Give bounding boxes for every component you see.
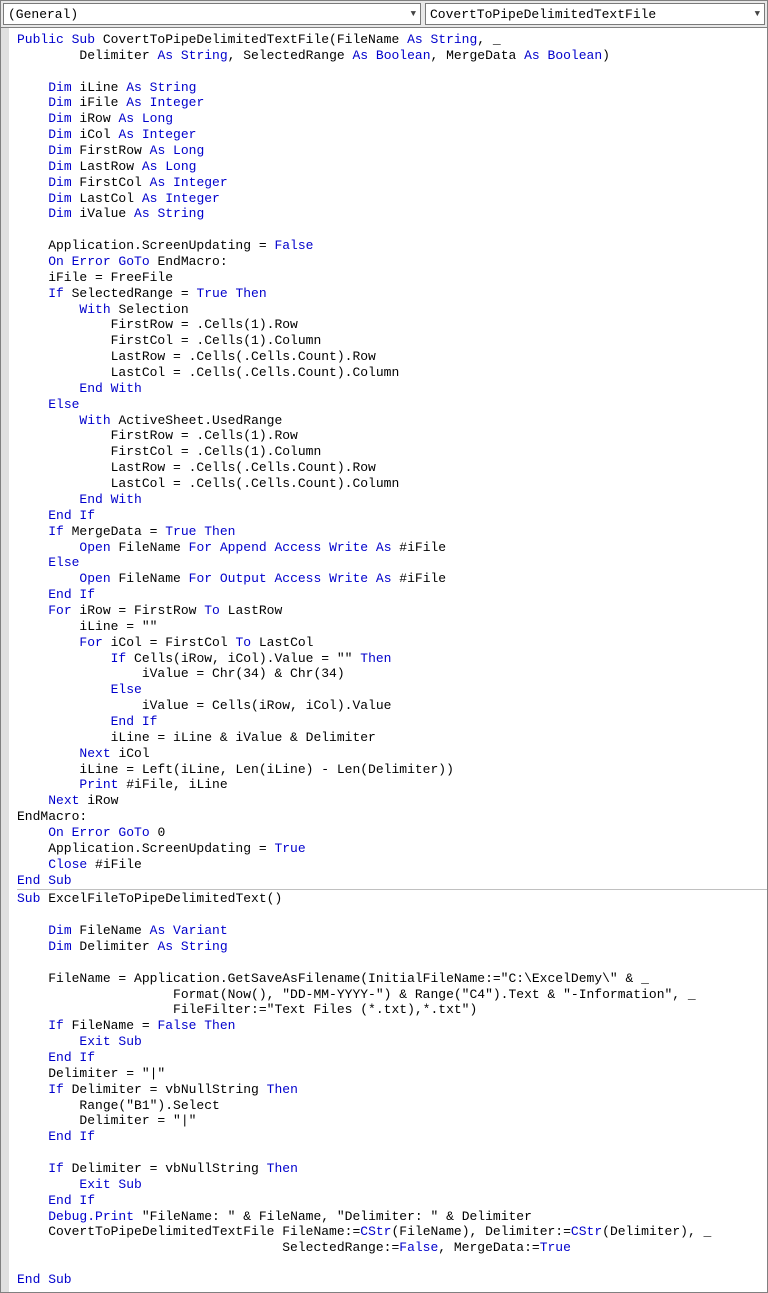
code-line[interactable]: Delimiter = "|" bbox=[17, 1113, 767, 1129]
code-line[interactable]: Else bbox=[17, 555, 767, 571]
code-line[interactable]: Format(Now(), "DD-MM-YYYY-") & Range("C4… bbox=[17, 987, 767, 1003]
code-line[interactable]: Open FileName For Output Access Write As… bbox=[17, 571, 767, 587]
code-line[interactable]: iLine = iLine & iValue & Delimiter bbox=[17, 730, 767, 746]
code-line[interactable]: Dim iValue As String bbox=[17, 206, 767, 222]
code-line[interactable]: End If bbox=[17, 1193, 767, 1209]
code-line[interactable]: End If bbox=[17, 508, 767, 524]
procedure-dropdown[interactable]: CovertToPipeDelimitedTextFile ▼ bbox=[425, 3, 765, 25]
code-line[interactable]: Exit Sub bbox=[17, 1177, 767, 1193]
code-line[interactable]: iValue = Chr(34) & Chr(34) bbox=[17, 666, 767, 682]
code-line[interactable]: Print #iFile, iLine bbox=[17, 777, 767, 793]
code-line[interactable]: On Error GoTo 0 bbox=[17, 825, 767, 841]
code-line[interactable]: Dim iLine As String bbox=[17, 80, 767, 96]
code-line[interactable]: For iCol = FirstCol To LastCol bbox=[17, 635, 767, 651]
procedure-separator bbox=[17, 889, 767, 890]
code-line[interactable]: Application.ScreenUpdating = True bbox=[17, 841, 767, 857]
code-line[interactable]: On Error GoTo EndMacro: bbox=[17, 254, 767, 270]
code-line[interactable]: Dim iFile As Integer bbox=[17, 95, 767, 111]
code-line[interactable]: Dim LastRow As Long bbox=[17, 159, 767, 175]
code-line[interactable]: LastCol = .Cells(.Cells.Count).Column bbox=[17, 476, 767, 492]
code-line[interactable]: iFile = FreeFile bbox=[17, 270, 767, 286]
code-line[interactable]: If Delimiter = vbNullString Then bbox=[17, 1082, 767, 1098]
code-line[interactable]: iLine = Left(iLine, Len(iLine) - Len(Del… bbox=[17, 762, 767, 778]
code-line[interactable]: FileName = Application.GetSaveAsFilename… bbox=[17, 971, 767, 987]
code-line[interactable]: CovertToPipeDelimitedTextFile FileName:=… bbox=[17, 1224, 767, 1240]
code-line[interactable]: Close #iFile bbox=[17, 857, 767, 873]
code-line[interactable]: With Selection bbox=[17, 302, 767, 318]
code-line[interactable]: Dim FileName As Variant bbox=[17, 923, 767, 939]
object-dropdown-label: (General) bbox=[8, 7, 78, 22]
code-line[interactable]: iLine = "" bbox=[17, 619, 767, 635]
chevron-down-icon: ▼ bbox=[755, 9, 760, 19]
code-pane[interactable]: Public Sub CovertToPipeDelimitedTextFile… bbox=[1, 28, 767, 1292]
code-line[interactable] bbox=[17, 907, 767, 923]
code-line[interactable]: Delimiter = "|" bbox=[17, 1066, 767, 1082]
code-line[interactable]: FirstCol = .Cells(1).Column bbox=[17, 444, 767, 460]
code-line[interactable]: End With bbox=[17, 381, 767, 397]
code-line[interactable]: End If bbox=[17, 587, 767, 603]
vba-editor-window: (General) ▼ CovertToPipeDelimitedTextFil… bbox=[0, 0, 768, 1293]
code-line[interactable]: If MergeData = True Then bbox=[17, 524, 767, 540]
code-line[interactable] bbox=[17, 1256, 767, 1272]
code-line[interactable]: FirstRow = .Cells(1).Row bbox=[17, 317, 767, 333]
code-line[interactable]: Open FileName For Append Access Write As… bbox=[17, 540, 767, 556]
code-line[interactable]: Dim iCol As Integer bbox=[17, 127, 767, 143]
toolbar: (General) ▼ CovertToPipeDelimitedTextFil… bbox=[1, 1, 767, 28]
code-line[interactable]: Delimiter As String, SelectedRange As Bo… bbox=[17, 48, 767, 64]
code-line[interactable]: Public Sub CovertToPipeDelimitedTextFile… bbox=[17, 32, 767, 48]
code-line[interactable]: EndMacro: bbox=[17, 809, 767, 825]
code-line[interactable]: Next iRow bbox=[17, 793, 767, 809]
code-line[interactable]: Range("B1").Select bbox=[17, 1098, 767, 1114]
code-line[interactable] bbox=[17, 955, 767, 971]
code-line[interactable]: If Delimiter = vbNullString Then bbox=[17, 1161, 767, 1177]
code-line[interactable]: End If bbox=[17, 1129, 767, 1145]
code-line[interactable]: Debug.Print "FileName: " & FileName, "De… bbox=[17, 1209, 767, 1225]
code-line[interactable] bbox=[17, 64, 767, 80]
code-line[interactable]: Exit Sub bbox=[17, 1034, 767, 1050]
code-line[interactable]: End Sub bbox=[17, 1272, 767, 1288]
code-line[interactable]: Else bbox=[17, 397, 767, 413]
code-line[interactable]: End If bbox=[17, 1050, 767, 1066]
code-line[interactable] bbox=[17, 222, 767, 238]
code-line[interactable]: End Sub bbox=[17, 873, 767, 889]
code-line[interactable]: If Cells(iRow, iCol).Value = "" Then bbox=[17, 651, 767, 667]
code-line[interactable]: Dim FirstCol As Integer bbox=[17, 175, 767, 191]
code-line[interactable]: End With bbox=[17, 492, 767, 508]
code-line[interactable]: FirstRow = .Cells(1).Row bbox=[17, 428, 767, 444]
code-line[interactable]: With ActiveSheet.UsedRange bbox=[17, 413, 767, 429]
code-line[interactable]: LastRow = .Cells(.Cells.Count).Row bbox=[17, 460, 767, 476]
code-line[interactable]: Dim FirstRow As Long bbox=[17, 143, 767, 159]
code-line[interactable]: Dim Delimiter As String bbox=[17, 939, 767, 955]
code-line[interactable]: For iRow = FirstRow To LastRow bbox=[17, 603, 767, 619]
procedure-dropdown-label: CovertToPipeDelimitedTextFile bbox=[430, 7, 656, 22]
chevron-down-icon: ▼ bbox=[411, 9, 416, 19]
code-line[interactable]: If SelectedRange = True Then bbox=[17, 286, 767, 302]
code-line[interactable]: SelectedRange:=False, MergeData:=True bbox=[17, 1240, 767, 1256]
code-line[interactable]: FirstCol = .Cells(1).Column bbox=[17, 333, 767, 349]
code-line[interactable]: LastRow = .Cells(.Cells.Count).Row bbox=[17, 349, 767, 365]
code-line[interactable]: Dim iRow As Long bbox=[17, 111, 767, 127]
code-line[interactable]: Dim LastCol As Integer bbox=[17, 191, 767, 207]
code-line[interactable]: Application.ScreenUpdating = False bbox=[17, 238, 767, 254]
code-line[interactable]: Else bbox=[17, 682, 767, 698]
code-line[interactable]: iValue = Cells(iRow, iCol).Value bbox=[17, 698, 767, 714]
code-line[interactable] bbox=[17, 1145, 767, 1161]
code-line[interactable]: If FileName = False Then bbox=[17, 1018, 767, 1034]
object-dropdown[interactable]: (General) ▼ bbox=[3, 3, 421, 25]
code-line[interactable]: FileFilter:="Text Files (*.txt),*.txt") bbox=[17, 1002, 767, 1018]
code-line[interactable]: End If bbox=[17, 714, 767, 730]
code-line[interactable]: LastCol = .Cells(.Cells.Count).Column bbox=[17, 365, 767, 381]
code-line[interactable]: Sub ExcelFileToPipeDelimitedText() bbox=[17, 891, 767, 907]
code-line[interactable]: Next iCol bbox=[17, 746, 767, 762]
